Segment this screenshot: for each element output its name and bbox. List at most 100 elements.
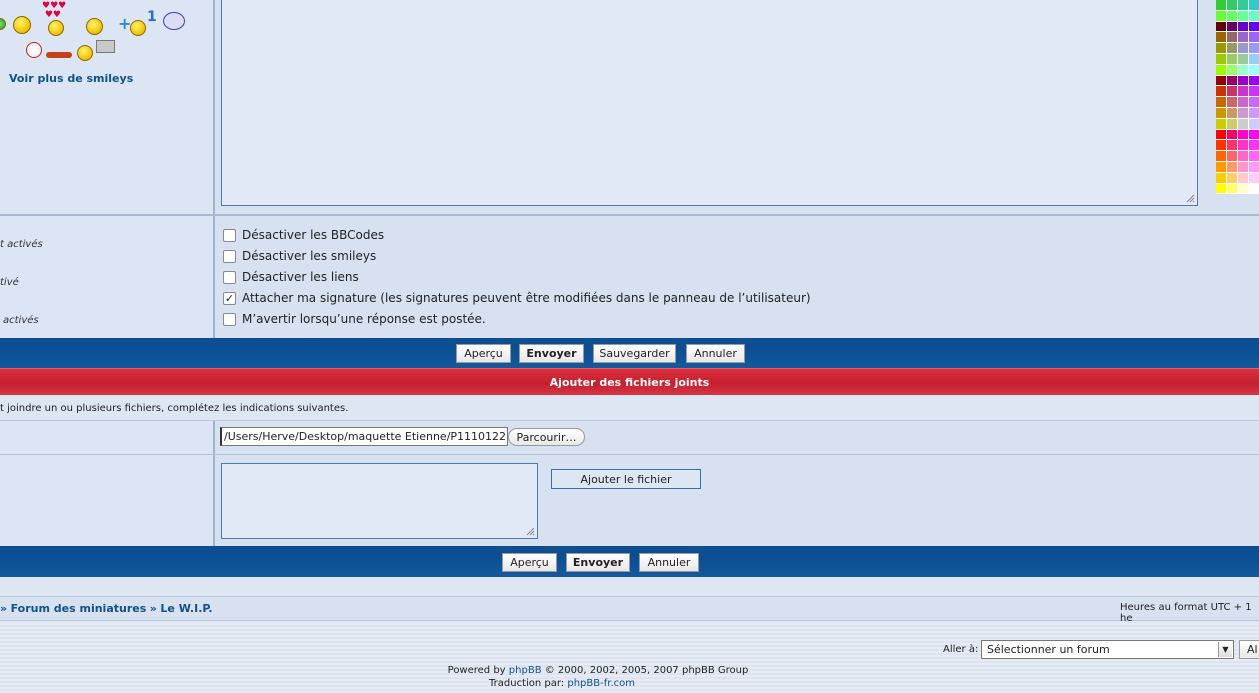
color-swatch[interactable] bbox=[1216, 107, 1227, 119]
color-swatch[interactable] bbox=[1227, 21, 1238, 33]
cancel-button[interactable]: Annuler bbox=[686, 344, 745, 363]
color-swatch[interactable] bbox=[1227, 86, 1238, 98]
color-swatch[interactable] bbox=[1249, 97, 1259, 108]
color-swatch[interactable] bbox=[1227, 118, 1238, 130]
color-swatch[interactable] bbox=[1216, 129, 1227, 141]
phpbb-fr-link[interactable]: phpBB-fr.com bbox=[567, 678, 635, 689]
smiley-plain-icon[interactable] bbox=[77, 45, 93, 61]
notify-reply-option[interactable]: M’avertir lorsqu’une réponse est postée. bbox=[223, 310, 486, 328]
phpbb-link[interactable]: phpBB bbox=[509, 665, 542, 676]
color-swatch[interactable] bbox=[1216, 86, 1227, 98]
color-swatch[interactable] bbox=[1249, 118, 1259, 130]
file-path-input[interactable]: /Users/Herve/Desktop/maquette Etienne/P1… bbox=[220, 427, 508, 446]
smiley-wink-icon[interactable] bbox=[86, 18, 103, 35]
color-swatch[interactable] bbox=[1238, 21, 1249, 33]
breadcrumb-topic-link[interactable]: Le W.I.P. bbox=[160, 602, 212, 615]
color-swatch[interactable] bbox=[1216, 172, 1227, 184]
forum-select[interactable]: Sélectionner un forum ▼ bbox=[981, 640, 1234, 659]
disable-bbcode-option[interactable]: Désactiver les BBCodes bbox=[223, 226, 384, 244]
file-comment-textarea[interactable] bbox=[221, 463, 538, 539]
color-swatch[interactable] bbox=[1216, 140, 1227, 152]
color-swatch[interactable] bbox=[1216, 53, 1227, 65]
preview-button-2[interactable]: Aperçu bbox=[502, 553, 557, 572]
breadcrumb-forum-link[interactable]: Forum des miniatures bbox=[11, 602, 147, 615]
color-swatch[interactable] bbox=[1249, 10, 1259, 22]
smiley-bird-icon[interactable] bbox=[163, 12, 185, 30]
go-button[interactable]: Al bbox=[1239, 640, 1259, 659]
smiley-sign-icon[interactable] bbox=[96, 40, 115, 53]
color-swatch[interactable] bbox=[1216, 97, 1227, 108]
color-swatch[interactable] bbox=[1238, 64, 1249, 76]
color-swatch[interactable] bbox=[1249, 32, 1259, 44]
smiley-laugh-icon[interactable] bbox=[13, 16, 31, 34]
color-swatch[interactable] bbox=[1249, 129, 1259, 141]
message-textarea[interactable] bbox=[221, 0, 1198, 206]
attach-signature-checkbox[interactable]: ✓ bbox=[223, 291, 236, 305]
resize-grip-icon[interactable] bbox=[1185, 193, 1195, 203]
color-swatch[interactable] bbox=[1216, 64, 1227, 76]
disable-smileys-option[interactable]: Désactiver les smileys bbox=[223, 247, 376, 265]
color-swatch[interactable] bbox=[1238, 97, 1249, 108]
color-swatch[interactable] bbox=[1238, 151, 1249, 162]
disable-bbcode-checkbox[interactable] bbox=[223, 228, 236, 242]
color-swatch[interactable] bbox=[1227, 129, 1238, 141]
save-button[interactable]: Sauvegarder bbox=[593, 344, 676, 363]
color-swatch[interactable] bbox=[1249, 75, 1259, 87]
color-swatch[interactable] bbox=[1238, 183, 1249, 195]
add-file-button[interactable]: Ajouter le fichier bbox=[551, 469, 701, 489]
color-swatch[interactable] bbox=[1227, 43, 1238, 54]
color-swatch[interactable] bbox=[1227, 183, 1238, 195]
color-swatch[interactable] bbox=[1238, 86, 1249, 98]
color-swatch[interactable] bbox=[1227, 75, 1238, 87]
color-swatch[interactable] bbox=[1238, 10, 1249, 22]
color-swatch[interactable] bbox=[1227, 151, 1238, 162]
color-swatch[interactable] bbox=[1238, 129, 1249, 141]
smiley-tongue-icon[interactable] bbox=[26, 42, 42, 58]
color-swatch[interactable] bbox=[1227, 107, 1238, 119]
color-swatch[interactable] bbox=[1249, 64, 1259, 76]
color-swatch[interactable] bbox=[1227, 172, 1238, 184]
color-swatch[interactable] bbox=[1249, 21, 1259, 33]
color-swatch[interactable] bbox=[1216, 118, 1227, 130]
color-swatch[interactable] bbox=[1216, 75, 1227, 87]
color-swatch[interactable] bbox=[1227, 32, 1238, 44]
smiley-love-icon[interactable] bbox=[48, 20, 64, 36]
color-swatch[interactable] bbox=[1227, 53, 1238, 65]
color-swatch[interactable] bbox=[1216, 161, 1227, 173]
color-swatch[interactable] bbox=[1249, 43, 1259, 54]
color-swatch[interactable] bbox=[1216, 0, 1227, 11]
more-smileys-link[interactable]: Voir plus de smileys bbox=[9, 72, 133, 85]
color-swatch[interactable] bbox=[1227, 140, 1238, 152]
color-swatch[interactable] bbox=[1249, 183, 1259, 195]
color-swatch[interactable] bbox=[1227, 161, 1238, 173]
color-swatch[interactable] bbox=[1227, 64, 1238, 76]
disable-smileys-checkbox[interactable] bbox=[223, 249, 236, 263]
color-swatch[interactable] bbox=[1216, 151, 1227, 162]
resize-grip-icon[interactable] bbox=[525, 526, 535, 536]
color-swatch[interactable] bbox=[1238, 172, 1249, 184]
color-swatch[interactable] bbox=[1249, 151, 1259, 162]
color-swatch[interactable] bbox=[1238, 75, 1249, 87]
submit-button-2[interactable]: Envoyer bbox=[566, 553, 630, 572]
color-swatch[interactable] bbox=[1216, 32, 1227, 44]
smiley-green-icon[interactable] bbox=[0, 18, 6, 30]
color-swatch[interactable] bbox=[1216, 21, 1227, 33]
color-swatch[interactable] bbox=[1227, 10, 1238, 22]
color-swatch[interactable] bbox=[1238, 32, 1249, 44]
disable-links-option[interactable]: Désactiver les liens bbox=[223, 268, 359, 286]
attach-signature-option[interactable]: ✓ Attacher ma signature (les signatures … bbox=[223, 289, 811, 307]
preview-button[interactable]: Aperçu bbox=[456, 344, 511, 363]
color-swatch[interactable] bbox=[1216, 183, 1227, 195]
color-swatch[interactable] bbox=[1249, 172, 1259, 184]
color-swatch[interactable] bbox=[1249, 86, 1259, 98]
color-swatch[interactable] bbox=[1238, 118, 1249, 130]
submit-button[interactable]: Envoyer bbox=[519, 344, 584, 363]
smiley-plus-one-icon[interactable] bbox=[130, 20, 146, 36]
color-swatch[interactable] bbox=[1238, 0, 1249, 11]
color-swatch[interactable] bbox=[1249, 161, 1259, 173]
color-swatch[interactable] bbox=[1238, 43, 1249, 54]
cancel-button-2[interactable]: Annuler bbox=[639, 553, 699, 572]
disable-links-checkbox[interactable] bbox=[223, 270, 236, 284]
color-swatch[interactable] bbox=[1238, 53, 1249, 65]
color-swatch[interactable] bbox=[1227, 0, 1238, 11]
